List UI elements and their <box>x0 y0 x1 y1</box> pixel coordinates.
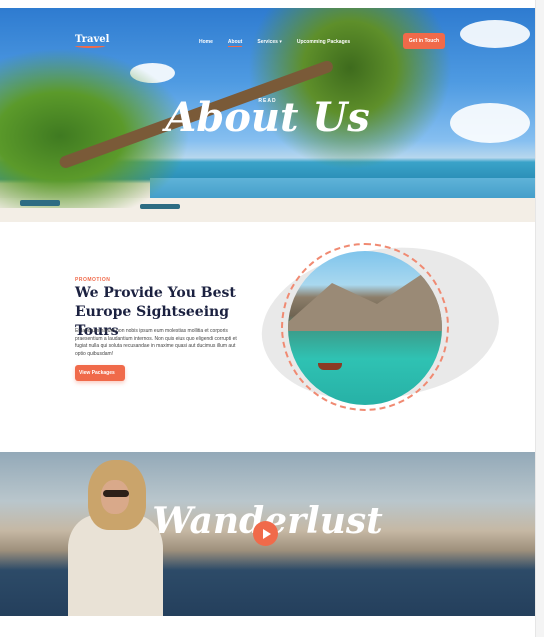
logo-text: Travel <box>75 34 110 45</box>
nav-item-home[interactable]: Home <box>199 39 213 47</box>
promo-kicker: PROMOTION <box>75 277 111 283</box>
boat-image <box>318 363 342 370</box>
hero-title: About Us <box>165 94 370 141</box>
page: Travel Home About Services ▾ Upcomming P… <box>0 0 535 637</box>
promo-description: Et laborum harum non nobis ipsum eum mol… <box>75 328 237 357</box>
scrollbar[interactable] <box>535 0 544 637</box>
nav-item-about[interactable]: About <box>227 39 243 47</box>
view-packages-button[interactable]: View Packages <box>75 365 125 381</box>
nav-item-services[interactable]: Services ▾ <box>257 39 281 47</box>
play-icon <box>262 528 271 539</box>
logo[interactable]: Travel <box>75 34 109 48</box>
lake-photo <box>288 251 442 405</box>
play-button[interactable] <box>253 521 278 546</box>
main-nav: Home About Services ▾ Upcomming Packages <box>199 39 350 47</box>
get-in-touch-button[interactable]: Get in Touch <box>403 33 445 49</box>
hero-banner: Travel Home About Services ▾ Upcomming P… <box>0 8 535 222</box>
nav-item-packages[interactable]: Upcomming Packages <box>297 39 350 47</box>
